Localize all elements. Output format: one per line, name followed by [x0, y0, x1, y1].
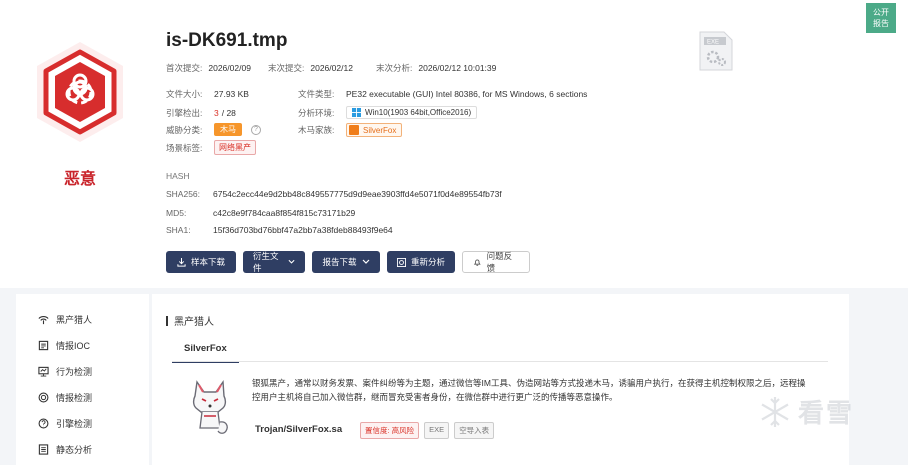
kanxue-watermark: 看雪 — [758, 393, 854, 430]
family-badges: 置信度: 高风险 EXE 空导入表 — [360, 422, 495, 439]
sidebar-item-behavior[interactable]: 行为检测 — [38, 365, 92, 378]
analysis-env: 分析环境: Win10(1903 64bit,Office2016) — [298, 106, 478, 119]
blackmarket-icon — [38, 315, 49, 325]
reanalyze-icon — [397, 257, 406, 267]
sidebar: 黑产猎人 情报IOC 行为检测 情报检测 引擎检测 静态分析 — [16, 294, 149, 465]
engine-icon — [38, 418, 49, 429]
download-icon — [177, 257, 186, 267]
scene-tag: 场景标签: 网络黑产 — [166, 140, 256, 155]
static-icon — [38, 444, 49, 455]
sha1-row: SHA1: 15f36d703bd76bbf47a2bb7a38fdeb88493… — [166, 225, 393, 235]
feedback-button[interactable]: 问题反馈 — [462, 251, 530, 273]
exe-badge: EXE — [424, 422, 450, 439]
scene-tag-badge: 网络黑产 — [214, 140, 256, 155]
summary-card: 恶意 is-DK691.tmp 首次提交: 2026/02/09 末次提交: 202… — [0, 0, 908, 288]
threat-classification: 威胁分类: 木马 ? — [166, 123, 261, 136]
public-report-tag[interactable]: 公开 报告 — [866, 3, 896, 33]
section-title: 黑产猎人 — [166, 313, 214, 328]
sidebar-item-static[interactable]: 静态分析 — [38, 443, 92, 456]
file-name-title: is-DK691.tmp — [166, 30, 288, 51]
md5-value[interactable]: c42c8e9f784caa8f854f815c73171b29 — [213, 208, 355, 218]
sidebar-item-intel[interactable]: 情报检测 — [38, 391, 92, 404]
engine-hits[interactable]: 3 — [214, 108, 219, 118]
hash-heading: HASH — [166, 171, 190, 181]
verdict-label: 恶意 — [63, 171, 96, 188]
report-download-button[interactable]: 报告下载 — [312, 251, 380, 273]
snowflake-icon — [761, 396, 789, 427]
family-description: 银狐黑产，通常以财务发票、案件纠纷等为主题，通过微信等IM工具、伪造网站等方式投… — [252, 378, 806, 402]
file-size: 文件大小: 27.93 KB — [166, 89, 249, 99]
tab-silverfox[interactable]: SilverFox — [172, 339, 239, 363]
trojan-family: 木马家族: SilverFox — [298, 123, 403, 137]
empty-import-badge: 空导入表 — [454, 422, 495, 439]
sha256-row: SHA256: 6754c2ecc44e9d2bb48c849557775d9d9… — [166, 189, 502, 199]
last-analysis-date: 末次分析: 2026/02/12 10:01:39 — [376, 63, 497, 73]
file-type: 文件类型: PE32 executable (GUI) Intel 80386, … — [298, 89, 588, 99]
confidence-badge: 置信度: 高风险 — [360, 422, 420, 439]
windows-icon — [352, 108, 361, 117]
sha1-value[interactable]: 15f36d703bd76bbf47a2bb7a38fdeb88493f9e64 — [213, 225, 393, 235]
tab-divider — [172, 361, 828, 362]
family-badge[interactable]: SilverFox — [346, 123, 403, 137]
chevron-down-icon — [288, 259, 295, 264]
sha256-value[interactable]: 6754c2ecc44e9d2bb48c849557775d9d9eae3903… — [213, 189, 502, 199]
fox-mascot-icon — [192, 379, 228, 434]
family-name: Trojan/SilverFox.sa — [255, 424, 343, 435]
family-icon — [349, 125, 359, 135]
md5-row: MD5: c42c8e9f784caa8f854f815c73171b29 — [166, 208, 356, 218]
reanalyze-button[interactable]: 重新分析 — [387, 251, 455, 273]
help-icon[interactable]: ? — [251, 124, 261, 135]
engine-detections: 引擎检出: 3 / 28 — [166, 108, 236, 118]
threat-badge: 木马 — [214, 123, 242, 136]
exe-thumb-label: EXE — [707, 40, 719, 46]
behavior-icon — [38, 366, 49, 377]
bell-icon — [473, 259, 481, 266]
sidebar-item-ioc[interactable]: 情报IOC — [38, 339, 90, 352]
action-bar: 样本下载 衍生文件 报告下载 重新分析 问题反馈 — [166, 251, 530, 273]
sidebar-item-engine[interactable]: 引擎检测 — [38, 417, 92, 430]
blackmarket-section: 黑产猎人 SilverFox 银狐黑产，通常以财务发票、案件纠纷等为主题，通过微… — [152, 294, 849, 465]
chevron-down-icon — [362, 259, 369, 264]
first-submit-date: 首次提交: 2026/02/09 — [166, 63, 251, 73]
derived-files-button[interactable]: 衍生文件 — [243, 251, 305, 273]
sample-download-button[interactable]: 样本下载 — [166, 251, 236, 273]
env-badge: Win10(1903 64bit,Office2016) — [346, 106, 478, 119]
intel-icon — [38, 392, 49, 403]
sidebar-item-blackmarket[interactable]: 黑产猎人 — [38, 313, 92, 326]
biohazard-icon — [37, 42, 123, 142]
verdict-badge: 恶意 — [30, 38, 130, 188]
exe-file-icon: EXE — [699, 31, 733, 71]
last-submit-date: 末次提交: 2026/02/12 — [268, 63, 353, 73]
ioc-icon — [38, 340, 49, 351]
